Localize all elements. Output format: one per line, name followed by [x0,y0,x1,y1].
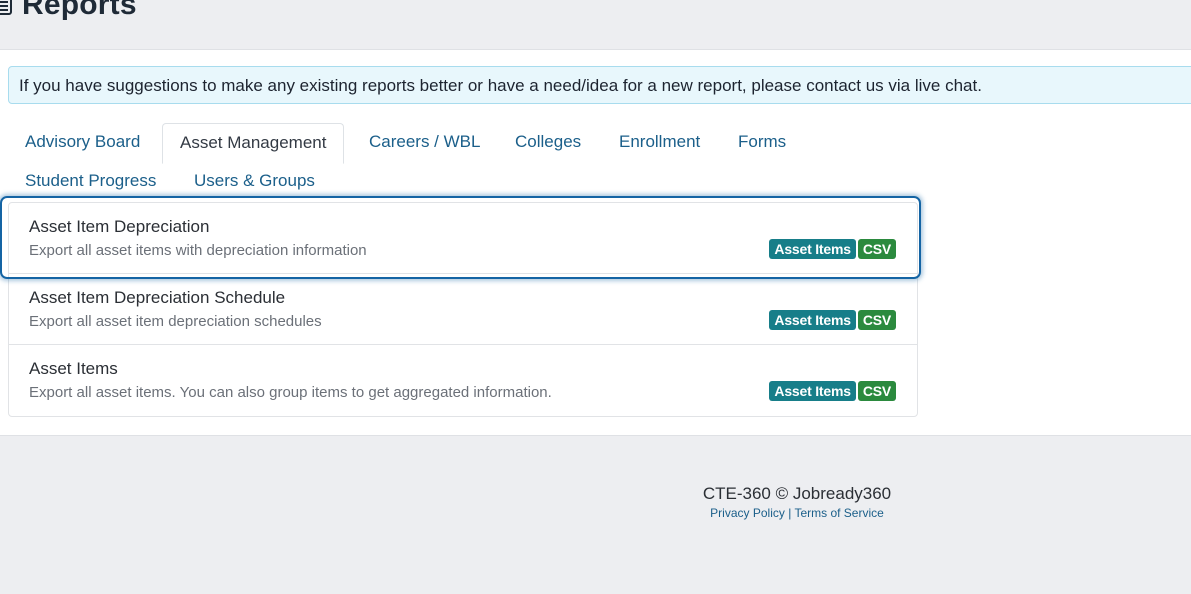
info-alert: If you have suggestions to make any exis… [8,66,1191,104]
report-badges: Asset Items CSV [769,239,896,259]
report-item-asset-item-depreciation-schedule[interactable]: Asset Item Depreciation Schedule Export … [9,274,917,345]
category-badge: Asset Items [769,239,856,259]
main-content: If you have suggestions to make any exis… [0,50,1191,436]
tab-careers-wbl[interactable]: Careers / WBL [352,123,497,161]
report-title: Asset Item Depreciation Schedule [29,288,286,307]
footer-copyright: CTE-360 © Jobready360 [702,484,892,503]
report-list: Asset Item Depreciation Export all asset… [8,202,918,417]
report-description: Export all asset items with depreciation… [29,242,367,259]
report-title: Asset Item Depreciation [29,217,210,236]
page-title: Reports [0,0,137,22]
format-badge: CSV [857,239,896,259]
tab-users-groups[interactable]: Users & Groups [177,162,332,200]
tab-asset-management[interactable]: Asset Management [162,123,345,164]
format-badge: CSV [857,310,896,330]
page-header: Reports [0,0,1191,50]
privacy-policy-link[interactable]: Privacy Policy [710,506,785,520]
report-item-asset-item-depreciation[interactable]: Asset Item Depreciation Export all asset… [9,203,917,274]
report-description: Export all asset items. You can also gro… [29,384,552,401]
tab-forms[interactable]: Forms [721,123,803,161]
report-title: Asset Items [29,359,118,378]
category-badge: Asset Items [769,310,856,330]
tab-enrollment[interactable]: Enrollment [602,123,717,161]
report-item-asset-items[interactable]: Asset Items Export all asset items. You … [9,345,917,416]
format-badge: CSV [857,381,896,401]
footer-separator: | [788,506,792,520]
report-description: Export all asset item depreciation sched… [29,313,322,330]
tab-student-progress[interactable]: Student Progress [8,162,173,200]
tab-colleges[interactable]: Colleges [498,123,598,161]
page-footer: CTE-360 © Jobready360 Privacy Policy | T… [0,436,1191,594]
report-badges: Asset Items CSV [769,310,896,330]
category-badge: Asset Items [769,381,856,401]
terms-of-service-link[interactable]: Terms of Service [794,506,883,520]
tab-advisory-board[interactable]: Advisory Board [8,123,157,161]
page-title-text: Reports [22,0,137,21]
report-badges: Asset Items CSV [769,381,896,401]
footer-links: Privacy Policy | Terms of Service [0,506,1191,520]
report-icon [0,0,12,15]
